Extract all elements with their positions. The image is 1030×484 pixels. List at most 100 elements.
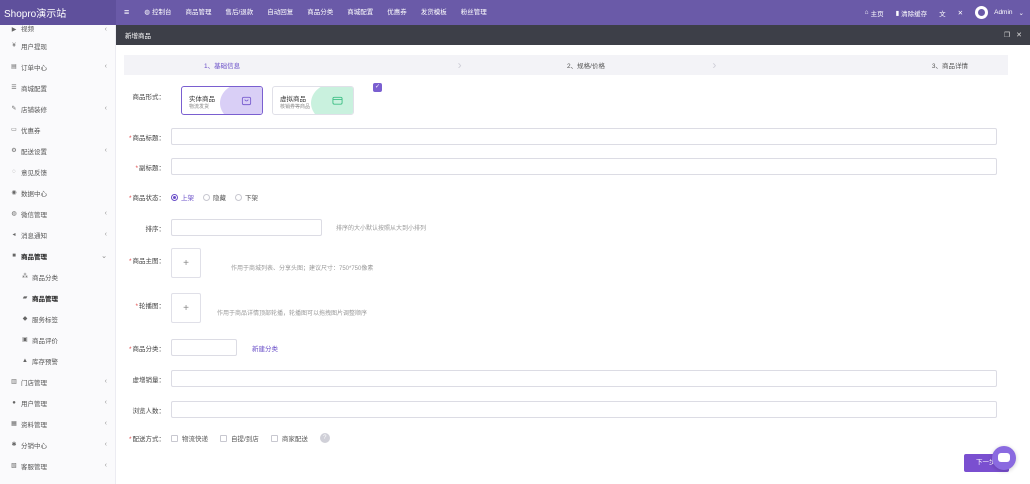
status-row: *商品状态： 上架 隐藏 下架 (116, 192, 267, 202)
sidebar-item-users[interactable]: ● 用户管理 ‹ (0, 392, 115, 413)
checkbox-icon (220, 434, 227, 442)
sidebar-item-customer-service[interactable]: ▧ 客服管理 ‹ (0, 455, 115, 476)
delivery-row: *配送方式： 物流快递 自提/到店 商家配送 ? (116, 433, 330, 443)
nav-item-config[interactable]: 商城配置 (340, 0, 380, 25)
category-select[interactable] (171, 339, 237, 356)
chevron-down-icon: ⌄ (1018, 9, 1024, 17)
chevron-down-icon: ⌄ (101, 252, 107, 260)
translate-icon[interactable]: 文 (933, 0, 952, 25)
status-label: 商品状态： (132, 195, 166, 202)
status-radio-down[interactable]: 下架 (235, 192, 258, 202)
list-icon: ☰ (11, 85, 17, 91)
selected-check-icon: ✓ (373, 83, 382, 92)
nav-item-fans[interactable]: 粉丝管理 (454, 0, 494, 25)
warning-icon: ▲ (22, 357, 28, 364)
sidebar: ▶ 视频 ‹ ¥ 用户提现 ▤ 订单中心 ‹ ☰ 商城配置 ✎ 店铺装修 ‹ ▭ 优惠券 ⚙ 配送设… (0, 25, 116, 484)
goods-icon: ■ (12, 252, 16, 259)
chat-icon[interactable] (992, 446, 1016, 470)
sidebar-item-video[interactable]: ▶ 视频 ‹ (0, 25, 115, 35)
category-label: 商品分类： (132, 345, 166, 353)
sidebar-item-withdraw[interactable]: ¥ 用户提现 (0, 35, 115, 56)
panel-title: 新增商品 (125, 33, 151, 40)
chevron-left-icon: ‹ (104, 147, 107, 154)
new-category-link[interactable]: 新建分类 (252, 343, 278, 353)
status-radio-up[interactable]: 上架 (171, 192, 194, 202)
nav-item-category[interactable]: 商品分类 (300, 0, 340, 25)
sidebar-item-feedback[interactable]: ◌ 意见反馈 (0, 161, 115, 182)
brush-icon: ✎ (11, 106, 17, 112)
goods-title-input[interactable] (171, 128, 997, 145)
main-image-row: *商品主图： + 作用于商城列表、分享头图；建议尺寸：750*750像素 (116, 248, 373, 278)
brand-logo[interactable]: Shopro演示站 (0, 0, 116, 25)
nav-item-dashboard[interactable]: ◍ 控制台 (137, 0, 178, 25)
delivery-pickup-checkbox[interactable]: 自提/到店 (220, 433, 259, 443)
virtual-sales-input[interactable] (171, 370, 997, 387)
chevron-left-icon: ‹ (104, 441, 107, 448)
step-goods-detail[interactable]: 3、商品详情 (713, 55, 1008, 75)
step-basic-info[interactable]: 1、基础信息 › (124, 55, 462, 75)
goods-type-row: 商品形式： (116, 91, 171, 101)
category-icon: ⁂ (22, 274, 28, 280)
close-icon[interactable]: ✕ (1016, 31, 1022, 39)
subtitle-label: 副标题： (139, 164, 165, 172)
fullscreen-icon[interactable]: ✕ (952, 0, 969, 25)
views-label: 浏览人数： (132, 407, 166, 415)
sidebar-item-wechat[interactable]: ◍ 微信管理 ‹ (0, 203, 115, 224)
share-icon: ✱ (11, 442, 17, 448)
wallet-icon (332, 96, 343, 105)
sidebar-item-stores[interactable]: ▥ 门店管理 ‹ (0, 371, 115, 392)
sidebar-item-orders[interactable]: ▤ 订单中心 ‹ (0, 56, 115, 77)
gear-icon: ⚙ (11, 148, 17, 154)
sidebar-item-goods-manage[interactable]: ▰ 商品管理 (0, 287, 115, 308)
sidebar-item-goods-category[interactable]: ⁂ 商品分类 (0, 266, 115, 287)
sidebar-item-delivery[interactable]: ⚙ 配送设置 ‹ (0, 140, 115, 161)
nav-item-goods[interactable]: 商品管理 (178, 0, 218, 25)
help-icon[interactable]: ? (319, 433, 330, 443)
sidebar-item-notify[interactable]: ◂ 消息通知 ‹ (0, 224, 115, 245)
nav-item-shipping-template[interactable]: 发货模板 (414, 0, 454, 25)
bag-icon: ▰ (22, 295, 28, 301)
menu-toggle-icon[interactable]: ≡ (116, 0, 137, 25)
clear-cache-button[interactable]: ▮ 清除缓存 (890, 0, 934, 25)
sidebar-item-decoration[interactable]: ✎ 店铺装修 ‹ (0, 98, 115, 119)
nav-item-aftersale[interactable]: 售后/退款 (218, 0, 260, 25)
carousel-upload-button[interactable]: + (171, 293, 201, 323)
delivery-merchant-checkbox[interactable]: 商家配送 (270, 433, 308, 443)
step-spec-price[interactable]: 2、规格/价格 › (459, 55, 716, 75)
physical-goods-card[interactable]: 实体商品 物流发货 (181, 86, 263, 115)
sidebar-item-service-tags[interactable]: ◆ 服务标签 (0, 308, 115, 329)
home-icon: ⌂ (864, 9, 869, 16)
panel-header: 新增商品 ❐ ✕ (116, 25, 1030, 45)
goods-type-label: 商品形式： (132, 94, 166, 101)
main-image-upload-button[interactable]: + (171, 248, 201, 278)
goods-subtitle-input[interactable] (171, 158, 997, 175)
views-input[interactable] (171, 401, 997, 418)
dashboard-icon: ◍ (144, 9, 150, 16)
chevron-left-icon: ‹ (104, 420, 107, 427)
user-menu[interactable]: Admin ⌄ (969, 0, 1030, 25)
sort-label: 排序： (145, 225, 166, 233)
sidebar-item-assets[interactable]: ▦ 资料管理 ‹ (0, 413, 115, 434)
sidebar-item-goods[interactable]: ■ 商品管理 ⌄ (0, 245, 115, 266)
sidebar-item-stock-warning[interactable]: ▲ 库存预警 (0, 350, 115, 371)
title-label: 商品标题： (132, 134, 166, 142)
maximize-icon[interactable]: ❐ (1004, 31, 1010, 39)
delivery-express-checkbox[interactable]: 物流快递 (171, 433, 208, 443)
nav-item-autoreply[interactable]: 自动回复 (260, 0, 300, 25)
checkbox-icon (270, 434, 278, 442)
home-link[interactable]: ⌂ 主页 (859, 0, 890, 25)
sidebar-item-coupon[interactable]: ▭ 优惠券 (0, 119, 115, 140)
user-icon: ● (12, 399, 16, 406)
nav-item-coupon[interactable]: 优惠券 (380, 0, 414, 25)
sidebar-item-goods-comments[interactable]: ▣ 商品评价 (0, 329, 115, 350)
sidebar-item-distribution[interactable]: ✱ 分销中心 ‹ (0, 434, 115, 455)
sidebar-item-mall-config[interactable]: ☰ 商城配置 (0, 77, 115, 98)
add-goods-panel: 新增商品 ❐ ✕ 1、基础信息 › 2、规格/价格 › 3、商品详情 商品形式： 实… (116, 25, 1030, 484)
sidebar-item-data[interactable]: ◉ 数据中心 (0, 182, 115, 203)
chevron-left-icon: ‹ (104, 210, 107, 217)
delivery-label: 配送方式： (132, 436, 166, 443)
carousel-row: *轮播图： + 作用于商品详情顶部轮播，轮播图可以拖拽图片调整顺序 (116, 293, 367, 323)
virtual-goods-card[interactable]: 虚拟商品 核销券等商品 (272, 86, 354, 115)
sort-input[interactable] (171, 219, 322, 236)
status-radio-hidden[interactable]: 隐藏 (203, 192, 226, 202)
